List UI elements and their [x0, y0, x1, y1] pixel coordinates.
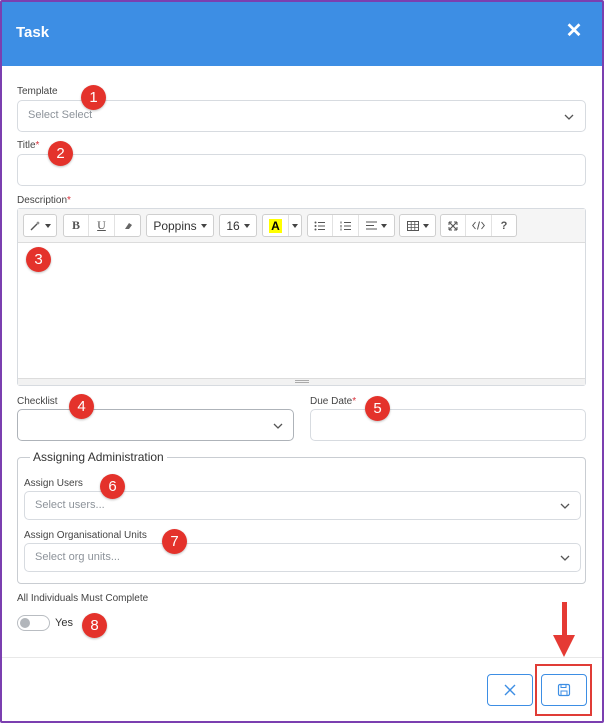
checklist-select[interactable]: [17, 409, 294, 441]
individuals-label: All Individuals Must Complete: [17, 593, 149, 604]
task-dialog: Task ✕ Template Select Select 1 Title* 2…: [0, 0, 604, 723]
paragraph-group: [307, 214, 395, 237]
checklist-label: Checklist: [17, 396, 58, 407]
save-highlight-box: [535, 664, 592, 716]
annotation-badge-4: 4: [69, 394, 94, 419]
template-placeholder: Select Select: [28, 109, 93, 121]
assign-users-placeholder: Select users...: [35, 499, 105, 511]
chevron-down-icon: [560, 555, 570, 561]
editor-toolbar: B U Poppins 16 A ?: [18, 209, 585, 243]
annotation-badge-7: 7: [162, 529, 187, 554]
toggle-knob: [20, 618, 30, 628]
editor-resize-bar[interactable]: [18, 378, 585, 385]
magic-wand-icon: [24, 215, 56, 236]
eraser-icon[interactable]: [115, 215, 140, 236]
assign-org-units-placeholder: Select org units...: [35, 551, 120, 563]
assign-users-label: Assign Users: [24, 478, 83, 489]
format-group: B U: [63, 214, 141, 237]
assign-org-units-select[interactable]: Select org units...: [24, 543, 581, 572]
style-dropdown[interactable]: [23, 214, 57, 237]
footer-divider: [2, 657, 602, 658]
annotation-badge-3: 3: [26, 247, 51, 272]
annotation-arrow-icon: [553, 635, 575, 657]
code-view-icon[interactable]: [466, 215, 492, 236]
dialog-title: Task: [16, 24, 50, 41]
bullet-list-icon[interactable]: [308, 215, 333, 236]
due-date-input[interactable]: [310, 409, 586, 441]
view-group: ?: [440, 214, 517, 237]
assign-org-units-label: Assign Organisational Units: [24, 530, 147, 541]
bold-button[interactable]: B: [64, 215, 89, 236]
chevron-down-icon: [273, 423, 283, 429]
numbered-list-icon[interactable]: [333, 215, 359, 236]
title-label: Title*: [17, 140, 40, 151]
close-icon[interactable]: ✕: [563, 20, 585, 42]
align-icon[interactable]: [359, 215, 394, 236]
individuals-toggle-text: Yes: [55, 617, 73, 629]
description-editor[interactable]: B U Poppins 16 A ?: [17, 208, 586, 386]
font-family-value: Poppins: [153, 218, 197, 233]
fullscreen-icon[interactable]: [441, 215, 466, 236]
annotation-badge-6: 6: [100, 474, 125, 499]
underline-button[interactable]: U: [89, 215, 115, 236]
cancel-button[interactable]: [487, 674, 533, 706]
font-size-value: 16: [226, 218, 240, 233]
text-color-icon[interactable]: A: [263, 215, 289, 236]
annotation-badge-1: 1: [81, 85, 106, 110]
annotation-arrow-shaft: [562, 602, 567, 638]
template-label: Template: [17, 86, 58, 97]
table-dropdown[interactable]: [399, 214, 436, 237]
description-label: Description*: [17, 195, 71, 206]
annotation-badge-2: 2: [48, 141, 73, 166]
individuals-toggle[interactable]: [17, 615, 50, 631]
due-date-label: Due Date*: [310, 396, 357, 407]
assigning-legend: Assigning Administration: [30, 450, 167, 464]
annotation-badge-8: 8: [82, 613, 107, 638]
dialog-header: Task ✕: [2, 2, 602, 66]
annotation-badge-5: 5: [365, 396, 390, 421]
table-icon: [400, 215, 435, 236]
title-input[interactable]: [17, 154, 586, 186]
text-color-group[interactable]: A: [262, 214, 302, 237]
assigning-administration-group: Assigning Administration Assign Users Se…: [17, 450, 586, 584]
chevron-down-icon: [560, 503, 570, 509]
x-icon: [504, 684, 516, 696]
font-size-dropdown[interactable]: 16: [219, 214, 257, 237]
chevron-down-icon: [564, 114, 574, 120]
text-color-caret[interactable]: [289, 215, 301, 236]
font-family-dropdown[interactable]: Poppins: [146, 214, 214, 237]
resize-grip-icon: [295, 380, 309, 383]
help-button[interactable]: ?: [492, 215, 516, 236]
